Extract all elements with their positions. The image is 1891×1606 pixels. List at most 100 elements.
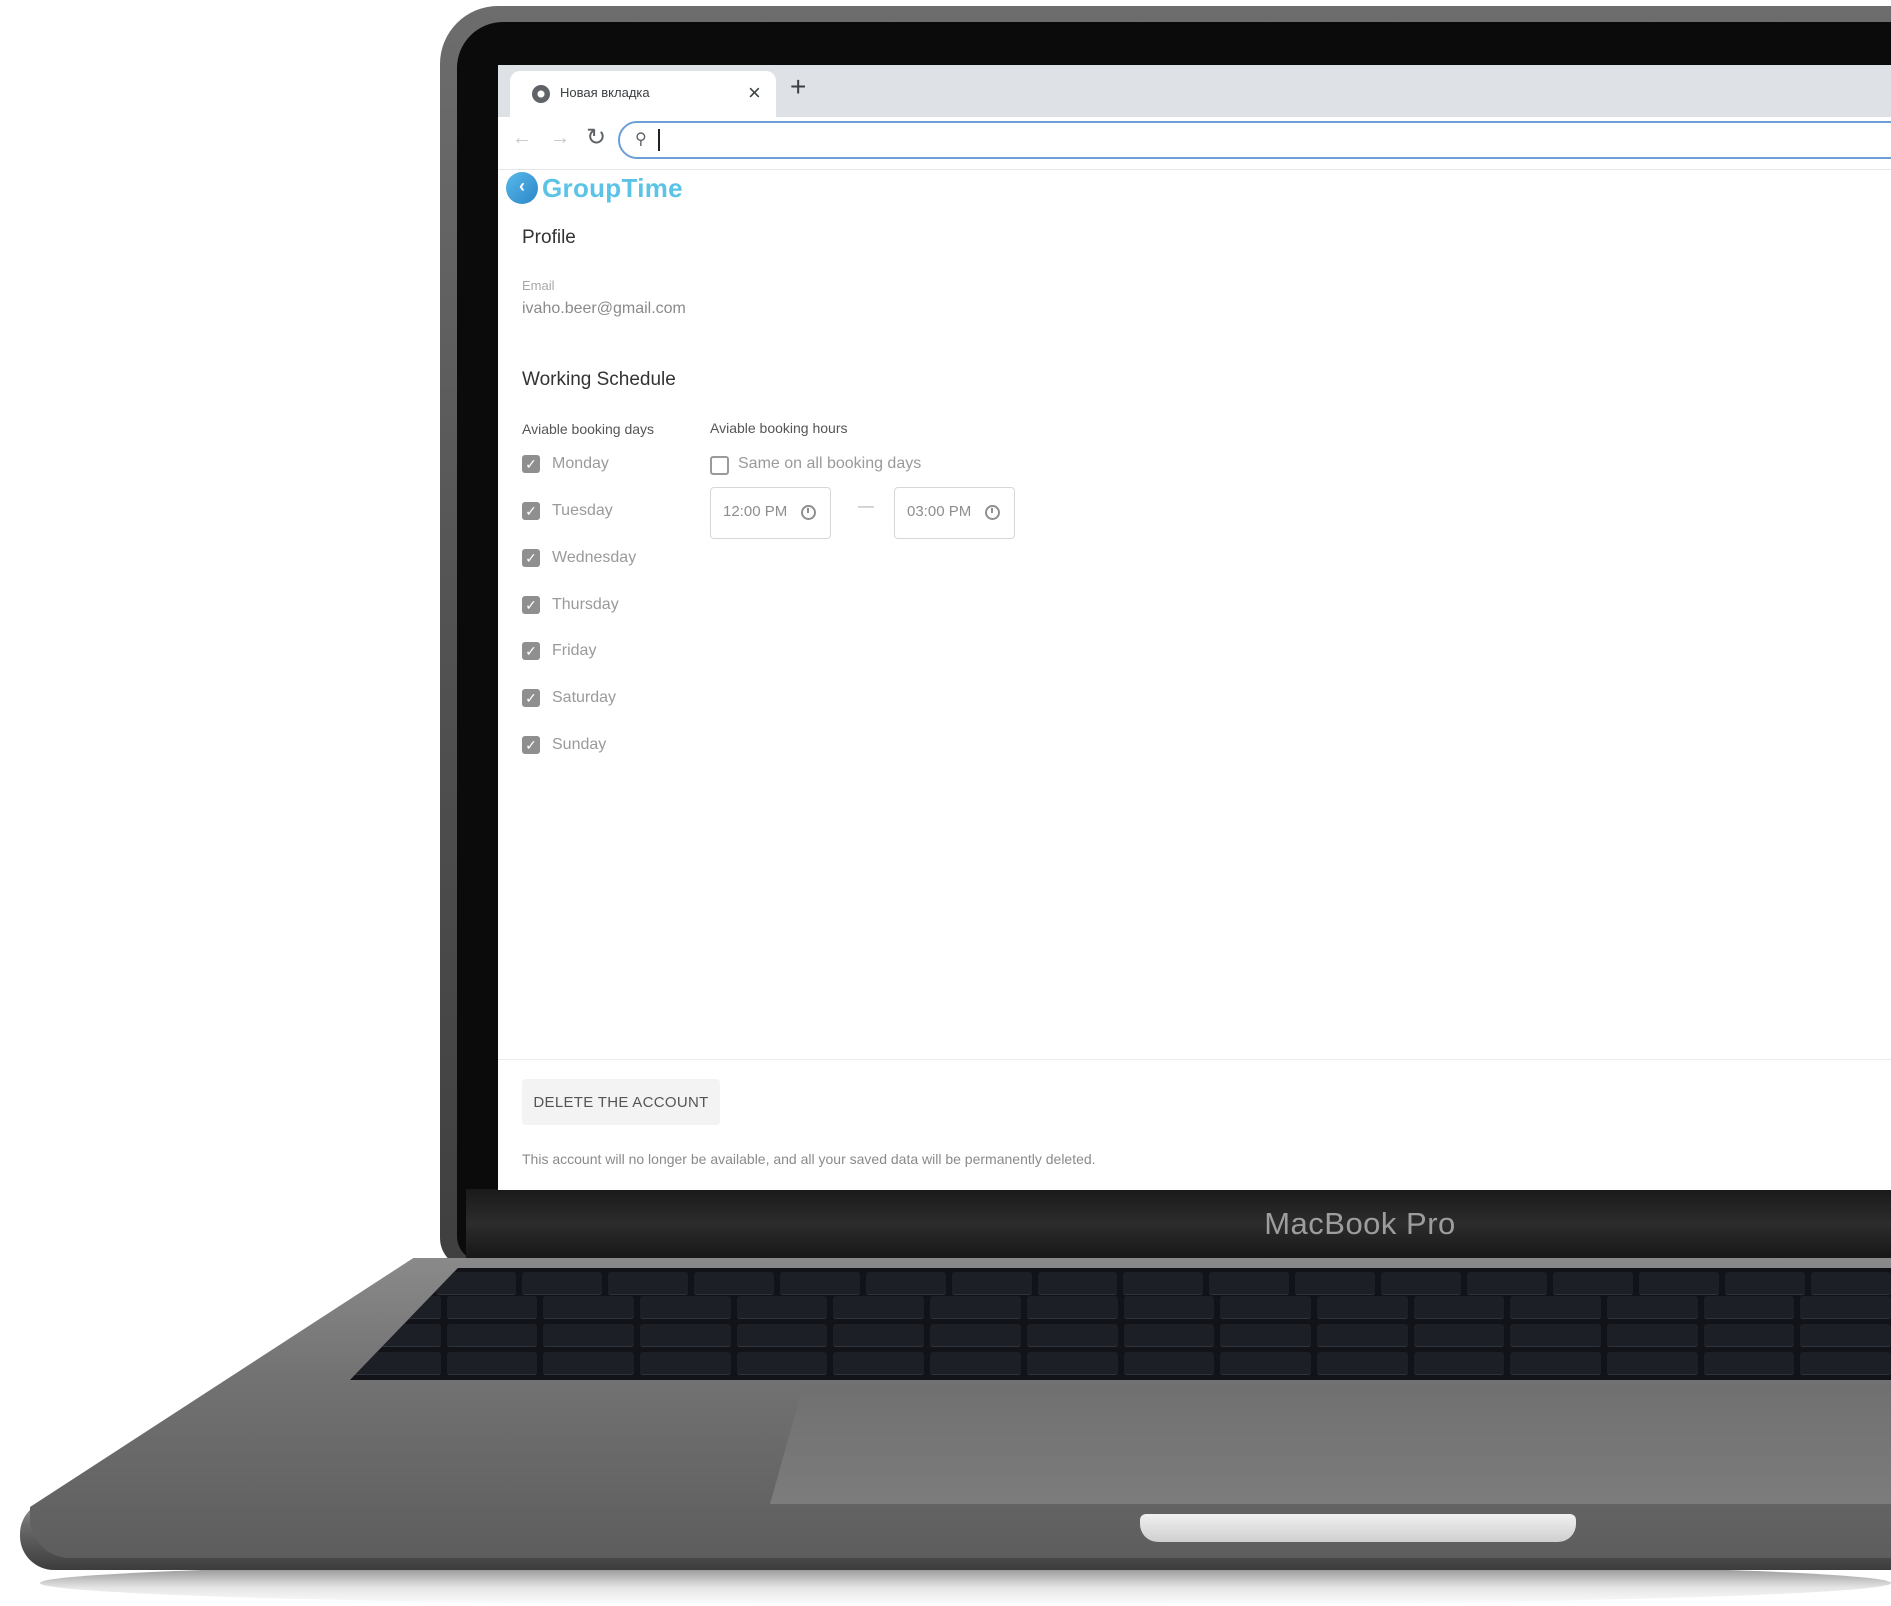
- keyboard-key: [1639, 1272, 1719, 1295]
- address-bar[interactable]: ⚲: [618, 121, 1891, 159]
- clock-icon[interactable]: [801, 505, 816, 520]
- keyboard-key: [446, 1352, 538, 1375]
- keyboard-key: [736, 1324, 828, 1347]
- logo-mark: ‹: [519, 176, 525, 196]
- keyboard-key: [930, 1296, 1021, 1319]
- keyboard-key: [1026, 1296, 1118, 1319]
- keyboard-key: [736, 1296, 828, 1319]
- keyboard-key: [1316, 1296, 1408, 1319]
- keyboard-key: [1413, 1296, 1505, 1319]
- keyboard-key: [951, 1272, 1032, 1295]
- keyboard-key: [1026, 1352, 1118, 1375]
- keyboard-key: [1553, 1272, 1634, 1295]
- browser-tab[interactable]: Новая вкладка ×: [510, 71, 776, 117]
- screen-chin: [466, 1189, 1891, 1259]
- day-checkbox[interactable]: ✓: [522, 689, 540, 707]
- keyboard-key: [1725, 1272, 1805, 1295]
- delete-account-note: This account will no longer be available…: [522, 1151, 1096, 1167]
- reload-icon[interactable]: ↻: [586, 123, 606, 152]
- start-time-value: 12:00 PM: [723, 503, 788, 520]
- day-label: Sunday: [552, 736, 607, 753]
- end-time-value: 03:00 PM: [907, 503, 972, 520]
- keyboard-key: [1316, 1352, 1408, 1375]
- keyboard-key: [1123, 1272, 1204, 1295]
- day-checkbox[interactable]: ✓: [522, 596, 540, 614]
- keyboard-key: [543, 1352, 635, 1375]
- keyboard-key: [1123, 1352, 1215, 1375]
- keyboard-key: [1800, 1352, 1891, 1375]
- keyboard-key: [1800, 1324, 1891, 1347]
- keyboard-row: [350, 1352, 1891, 1376]
- keyboard-key: [1510, 1324, 1601, 1347]
- day-label: Thursday: [552, 596, 619, 613]
- app-logo[interactable]: GroupTime: [542, 173, 683, 204]
- working-schedule-heading: Working Schedule: [522, 369, 676, 390]
- keyboard-key: [833, 1296, 925, 1319]
- back-arrow-icon[interactable]: ←: [512, 127, 532, 150]
- keyboard-key: [1606, 1352, 1698, 1375]
- end-time-picker[interactable]: 03:00 PM: [894, 487, 1015, 539]
- keyboard-key: [1220, 1352, 1311, 1375]
- footer-divider: [498, 1059, 1891, 1060]
- keyboard-key: [1606, 1324, 1698, 1347]
- day-checkbox[interactable]: ✓: [522, 736, 540, 754]
- day-checkbox[interactable]: ✓: [522, 455, 540, 473]
- tab-title: Новая вкладка: [560, 85, 650, 100]
- keyboard-key: [779, 1272, 860, 1295]
- close-tab-icon[interactable]: ×: [748, 80, 761, 106]
- keyboard-key: [1703, 1296, 1795, 1319]
- keyboard-key: [1800, 1296, 1891, 1319]
- keyboard-key: [1810, 1272, 1891, 1295]
- keyboard-key: [1510, 1296, 1601, 1319]
- keyboard-key: [521, 1272, 602, 1295]
- keyboard: [350, 1268, 1891, 1380]
- keyboard-key: [640, 1296, 731, 1319]
- start-time-picker[interactable]: 12:00 PM: [710, 487, 831, 539]
- keyboard-key: [693, 1272, 774, 1295]
- booking-hours-heading: Aviable booking hours: [710, 420, 848, 436]
- day-checkbox[interactable]: ✓: [522, 642, 540, 660]
- profile-heading: Profile: [522, 227, 576, 248]
- same-hours-label[interactable]: Same on all booking days: [738, 455, 921, 473]
- keyboard-key: [930, 1352, 1021, 1375]
- keyboard-key: [833, 1324, 925, 1347]
- screen: Новая вкладка × + ← → ↻ ⚲ ‹ GroupTime Pr…: [498, 65, 1891, 1190]
- keyboard-key: [1703, 1324, 1795, 1347]
- email-label: Email: [522, 278, 555, 293]
- keyboard-key: [930, 1324, 1021, 1347]
- keyboard-key: [1220, 1324, 1311, 1347]
- day-label: Tuesday: [552, 502, 613, 519]
- touch-bar: [350, 1272, 1891, 1296]
- keyboard-key: [833, 1352, 925, 1375]
- keyboard-key: [1209, 1272, 1290, 1295]
- keyboard-key: [543, 1324, 635, 1347]
- email-value: ivaho.beer@gmail.com: [522, 300, 686, 317]
- keyboard-key: [640, 1352, 731, 1375]
- forward-arrow-icon[interactable]: →: [550, 127, 570, 150]
- keyboard-key: [1220, 1296, 1311, 1319]
- text-caret: [658, 129, 660, 151]
- search-icon: ⚲: [635, 131, 647, 148]
- keyboard-key: [865, 1272, 946, 1295]
- same-hours-checkbox[interactable]: [710, 456, 729, 475]
- chrome-icon: [532, 85, 550, 103]
- keyboard-key: [446, 1324, 538, 1347]
- keyboard-key: [1316, 1324, 1408, 1347]
- clock-icon[interactable]: [985, 505, 1000, 520]
- keyboard-key: [446, 1296, 538, 1319]
- day-checkbox[interactable]: ✓: [522, 549, 540, 567]
- keyboard-key: [1413, 1352, 1505, 1375]
- device-brand-label: MacBook Pro: [1264, 1206, 1456, 1241]
- delete-account-button[interactable]: DELETE THE ACCOUNT: [522, 1079, 720, 1125]
- day-label: Friday: [552, 642, 597, 659]
- day-checkbox[interactable]: ✓: [522, 502, 540, 520]
- day-label: Wednesday: [552, 549, 637, 566]
- lid-notch: [1140, 1514, 1576, 1542]
- new-tab-button[interactable]: +: [790, 71, 806, 103]
- keyboard-key: [1467, 1272, 1548, 1295]
- keyboard-key: [1037, 1272, 1118, 1295]
- keyboard-row: [350, 1296, 1891, 1320]
- keyboard-key: [1703, 1352, 1795, 1375]
- keyboard-key: [1295, 1272, 1376, 1295]
- keyboard-key: [1123, 1296, 1215, 1319]
